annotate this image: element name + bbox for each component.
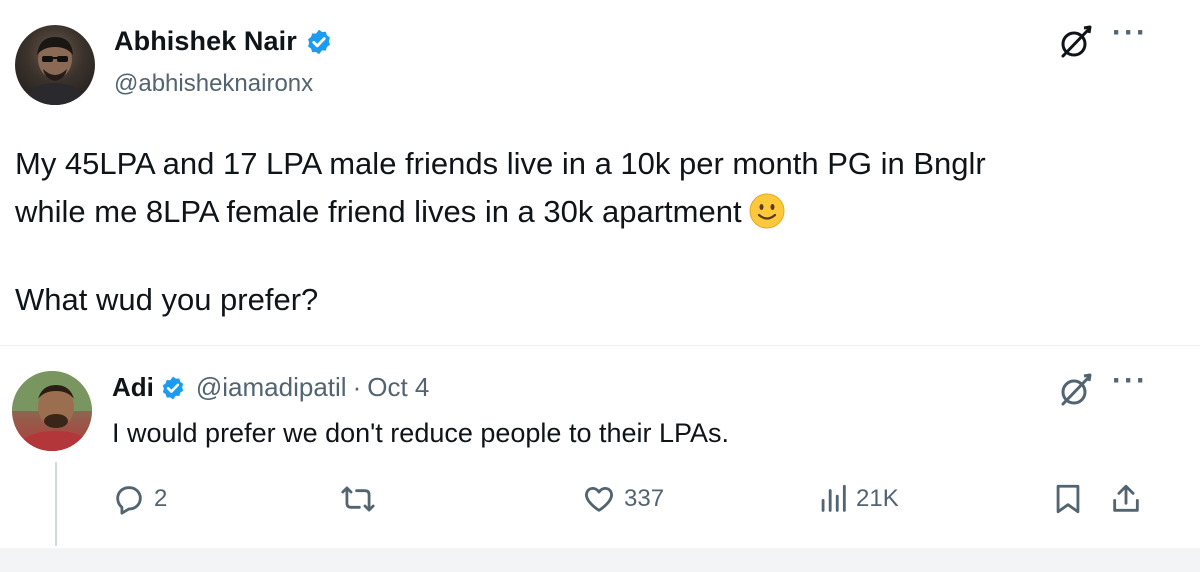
- tweet-text-line-2: while me 8LPA female friend lives in a 3…: [15, 188, 1175, 236]
- divider: [0, 345, 1200, 346]
- author-handle[interactable]: @abhisheknaironx: [114, 70, 313, 98]
- reply-avatar[interactable]: [12, 371, 92, 451]
- tweet-card: Abhishek Nair @abhisheknaironx ··· My 45…: [0, 0, 1200, 572]
- reply-avatar-portrait: [12, 371, 92, 451]
- avatar[interactable]: [15, 25, 95, 105]
- grok-icon[interactable]: [1055, 22, 1095, 62]
- reply-count: 2: [154, 485, 168, 512]
- reply-button[interactable]: 2: [112, 482, 167, 516]
- avatar-portrait: [23, 37, 87, 105]
- reply-icon: [116, 486, 142, 515]
- tweet-text-line-content: while me 8LPA female friend lives in a 3…: [15, 194, 742, 229]
- verified-badge-icon: [307, 29, 330, 54]
- thread-line: [55, 462, 57, 546]
- bookmark-button[interactable]: [1052, 482, 1084, 516]
- reply-date[interactable]: Oct 4: [367, 372, 429, 403]
- share-icon: [1113, 484, 1139, 512]
- more-icon[interactable]: ···: [1112, 18, 1148, 48]
- tweet-text-line: My 45LPA and 17 LPA male friends live in…: [15, 146, 986, 181]
- bookmark-icon: [1056, 484, 1080, 514]
- slightly-smiling-face-icon: [749, 193, 785, 229]
- reply-author-handle[interactable]: @iamadipatil: [196, 372, 347, 403]
- reply-text: I would prefer we don't reduce people to…: [112, 418, 730, 448]
- retweet-button[interactable]: [340, 482, 376, 516]
- grok-icon[interactable]: [1055, 370, 1095, 410]
- reply-author-name[interactable]: Adi: [112, 372, 154, 403]
- separator-dot: ·: [352, 372, 362, 402]
- author-name[interactable]: Abhishek Nair: [114, 26, 333, 57]
- tweet-question: What wud you prefer?: [15, 282, 319, 317]
- author-name-text[interactable]: Abhishek Nair: [114, 26, 297, 57]
- view-count: 21K: [856, 485, 899, 512]
- retweet-icon: [341, 486, 375, 512]
- reply-header: Adi @iamadipatil · Oct 4: [112, 372, 429, 403]
- verified-badge-icon: [162, 376, 184, 399]
- bottom-strip: [0, 548, 1200, 572]
- views-chart-icon: [821, 484, 846, 512]
- more-icon[interactable]: ···: [1112, 366, 1148, 396]
- heart-icon: [585, 486, 613, 512]
- views-button[interactable]: 21K: [818, 482, 899, 516]
- like-count: 337: [624, 485, 665, 512]
- tweet-text: My 45LPA and 17 LPA male friends live in…: [15, 140, 1175, 324]
- like-button[interactable]: 337: [582, 482, 664, 516]
- share-button[interactable]: [1110, 482, 1142, 516]
